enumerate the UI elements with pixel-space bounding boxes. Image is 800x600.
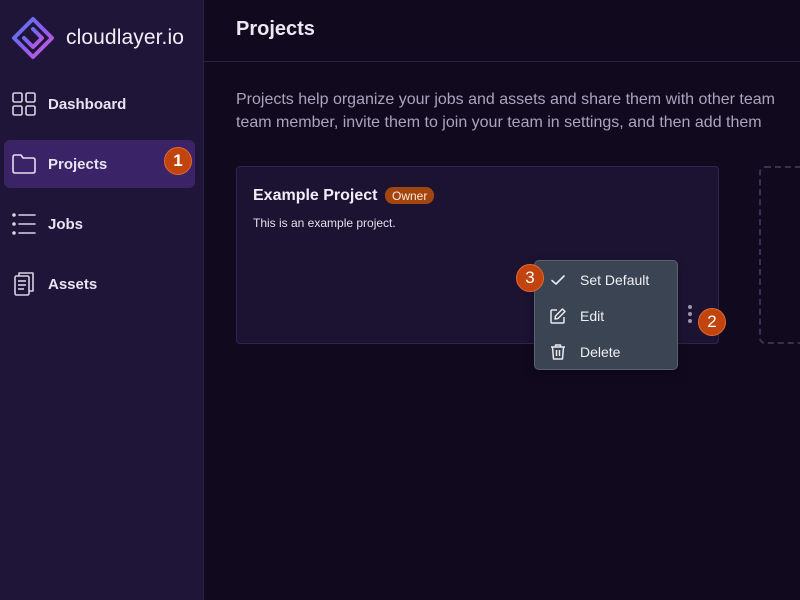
project-description: This is an example project. [253, 216, 396, 230]
project-title: Example Project [253, 187, 378, 204]
sidebar-item-label: Dashboard [48, 95, 127, 113]
edit-icon [550, 308, 566, 324]
list-icon [12, 213, 36, 235]
more-options-icon[interactable] [684, 303, 696, 327]
sidebar-item-label: Jobs [48, 215, 84, 233]
app-name: cloudlayer.io [66, 26, 185, 49]
menu-item-edit[interactable]: Edit [535, 298, 677, 334]
step-badge-2: 2 [698, 308, 726, 336]
page-title: Projects [236, 18, 315, 40]
menu-item-label: Delete [580, 344, 621, 360]
page-description: Projects help organize your jobs and ass… [236, 88, 800, 134]
sidebar-item-assets[interactable]: Assets [4, 260, 195, 308]
check-icon [551, 275, 565, 285]
sidebar-item-projects[interactable]: Projects 1 [4, 140, 195, 188]
new-project-placeholder[interactable] [759, 166, 800, 344]
menu-item-label: Set Default [580, 272, 650, 288]
project-context-menu: Set Default Edit Delete [534, 260, 678, 370]
document-icon [14, 272, 34, 296]
sidebar-item-label: Assets [48, 275, 98, 293]
folder-icon [12, 154, 36, 174]
trash-icon [551, 344, 565, 360]
sidebar-item-dashboard[interactable]: Dashboard [4, 80, 195, 128]
logo[interactable]: cloudlayer.io [11, 16, 184, 60]
owner-badge: Owner [385, 187, 435, 204]
menu-item-delete[interactable]: Delete [535, 334, 677, 370]
description-line-1: Projects help organize your jobs and ass… [236, 91, 775, 108]
page-header: Projects [204, 0, 800, 62]
sidebar-item-label: Projects [48, 155, 108, 173]
sidebar-item-jobs[interactable]: Jobs [4, 200, 195, 248]
menu-item-label: Edit [580, 308, 605, 324]
cloudlayer-logo-icon [12, 17, 54, 59]
description-line-2: team member, invite them to join your te… [236, 114, 762, 131]
step-badge-3: 3 [516, 264, 544, 292]
grid-icon [12, 92, 36, 116]
menu-item-set-default[interactable]: Set Default [535, 262, 677, 298]
step-badge-1: 1 [164, 147, 192, 175]
sidebar: cloudlayer.io Dashboard Projects 1 Jobs … [0, 0, 204, 600]
